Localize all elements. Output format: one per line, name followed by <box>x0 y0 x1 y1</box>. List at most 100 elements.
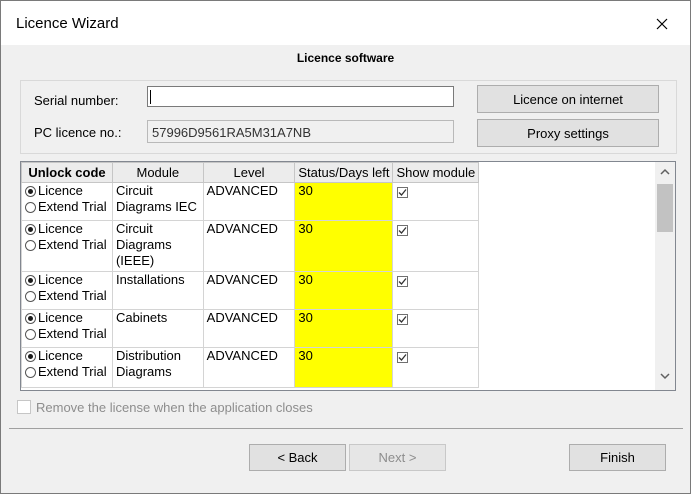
filler-cell <box>479 348 655 388</box>
pc-licence-field: 57996D9561RA5M31A7NB <box>147 120 454 143</box>
unlock-cell: Licence Extend Trial <box>21 271 113 310</box>
unlock-cell: Licence Extend Trial <box>21 220 113 272</box>
window-title: Licence Wizard <box>16 15 119 32</box>
remove-license-label: Remove the license when the application … <box>36 400 313 415</box>
level-cell: ADVANCED <box>202 309 296 348</box>
radio-selected[interactable] <box>25 312 36 324</box>
header-module[interactable]: Module <box>111 162 204 183</box>
checkmark-icon <box>398 278 407 285</box>
show-module-cell <box>392 347 480 388</box>
radio-unselected[interactable] <box>25 328 36 340</box>
title-bar: Licence Wizard <box>1 1 690 45</box>
radio-unselected[interactable] <box>25 290 36 302</box>
extend-trial-label: Extend Trial <box>38 364 107 379</box>
checkmark-icon <box>398 354 407 361</box>
licence-option[interactable]: Licence <box>25 221 109 237</box>
extend-trial-option[interactable]: Extend Trial <box>25 364 109 380</box>
level-cell: ADVANCED <box>202 347 296 388</box>
scroll-up-icon[interactable] <box>660 168 670 175</box>
licence-option[interactable]: Licence <box>25 272 109 288</box>
licence-option-label: Licence <box>38 310 83 325</box>
level-cell: ADVANCED <box>202 182 296 221</box>
header-filler <box>478 162 655 183</box>
licence-option[interactable]: Licence <box>25 310 109 326</box>
level-cell: ADVANCED <box>202 271 296 310</box>
module-cell: Distribution Diagrams <box>111 347 204 388</box>
checkmark-icon <box>398 227 407 234</box>
scroll-down-icon[interactable] <box>660 373 670 380</box>
section-title: Licence software <box>296 51 395 65</box>
extend-trial-label: Extend Trial <box>38 199 107 214</box>
licence-option[interactable]: Licence <box>25 348 109 364</box>
unlock-cell: Licence Extend Trial <box>21 309 113 348</box>
close-icon <box>656 18 668 30</box>
back-button[interactable]: < Back <box>249 444 346 471</box>
pc-licence-label: PC licence no.: <box>34 125 122 140</box>
modules-grid: Unlock code Module Level Status/Days lef… <box>21 162 655 388</box>
extend-trial-label: Extend Trial <box>38 326 107 341</box>
licence-option-label: Licence <box>38 272 83 287</box>
radio-selected[interactable] <box>25 274 36 286</box>
radio-selected[interactable] <box>25 185 36 197</box>
filler-cell <box>479 272 655 310</box>
show-module-checkbox[interactable] <box>397 352 409 363</box>
vertical-scrollbar[interactable] <box>655 162 675 390</box>
show-module-cell <box>392 271 480 310</box>
show-module-cell <box>392 220 480 272</box>
show-module-checkbox[interactable] <box>397 187 409 198</box>
header-show-module[interactable]: Show module <box>392 162 480 183</box>
show-module-cell <box>392 182 480 221</box>
status-cell: 30 <box>294 182 394 221</box>
serial-number-input[interactable] <box>147 86 454 107</box>
module-cell: Circuit Diagrams (IEEE) <box>111 220 204 272</box>
level-cell: ADVANCED <box>202 220 296 272</box>
filler-cell <box>479 221 655 272</box>
scrollbar-thumb[interactable] <box>657 184 673 232</box>
checkmark-icon <box>398 316 407 323</box>
extend-trial-label: Extend Trial <box>38 288 107 303</box>
finish-button[interactable]: Finish <box>569 444 666 471</box>
licence-option[interactable]: Licence <box>25 183 109 199</box>
header-level[interactable]: Level <box>202 162 296 183</box>
module-cell: Cabinets <box>111 309 204 348</box>
remove-license-checkbox[interactable] <box>17 400 31 414</box>
table-row: Licence Extend Trial Cabinets ADVANCED 3… <box>21 309 655 348</box>
unlock-cell: Licence Extend Trial <box>21 347 113 388</box>
extend-trial-option[interactable]: Extend Trial <box>25 326 109 342</box>
status-cell: 30 <box>294 347 394 388</box>
show-module-checkbox[interactable] <box>397 225 409 236</box>
extend-trial-option[interactable]: Extend Trial <box>25 199 109 215</box>
table-row: Licence Extend Trial Circuit Diagrams IE… <box>21 182 655 221</box>
extend-trial-option[interactable]: Extend Trial <box>25 237 109 253</box>
module-cell: Installations <box>111 271 204 310</box>
radio-unselected[interactable] <box>25 201 36 213</box>
status-cell: 30 <box>294 271 394 310</box>
show-module-checkbox[interactable] <box>397 276 409 287</box>
radio-selected[interactable] <box>25 350 36 362</box>
radio-selected[interactable] <box>25 223 36 235</box>
show-module-checkbox[interactable] <box>397 314 409 325</box>
modules-table: Unlock code Module Level Status/Days lef… <box>20 161 676 391</box>
radio-unselected[interactable] <box>25 366 36 378</box>
proxy-settings-button[interactable]: Proxy settings <box>477 119 659 147</box>
close-button[interactable] <box>647 11 677 37</box>
header-unlock-code[interactable]: Unlock code <box>21 162 113 183</box>
licence-option-label: Licence <box>38 221 83 236</box>
next-button[interactable]: Next > <box>349 444 446 471</box>
licence-wizard-window: Licence Wizard Licence software Serial n… <box>0 0 691 494</box>
status-cell: 30 <box>294 220 394 272</box>
unlock-cell: Licence Extend Trial <box>21 182 113 221</box>
radio-unselected[interactable] <box>25 239 36 251</box>
status-cell: 30 <box>294 309 394 348</box>
extend-trial-option[interactable]: Extend Trial <box>25 288 109 304</box>
module-cell: Circuit Diagrams IEC <box>111 182 204 221</box>
serial-number-label: Serial number: <box>34 93 119 108</box>
header-status[interactable]: Status/Days left <box>294 162 394 183</box>
licence-option-label: Licence <box>38 183 83 198</box>
licence-on-internet-button[interactable]: Licence on internet <box>477 85 659 113</box>
filler-cell <box>479 310 655 348</box>
text-caret <box>150 90 151 104</box>
show-module-cell <box>392 309 480 348</box>
checkmark-icon <box>398 189 407 196</box>
table-row: Licence Extend Trial Installations ADVAN… <box>21 271 655 310</box>
